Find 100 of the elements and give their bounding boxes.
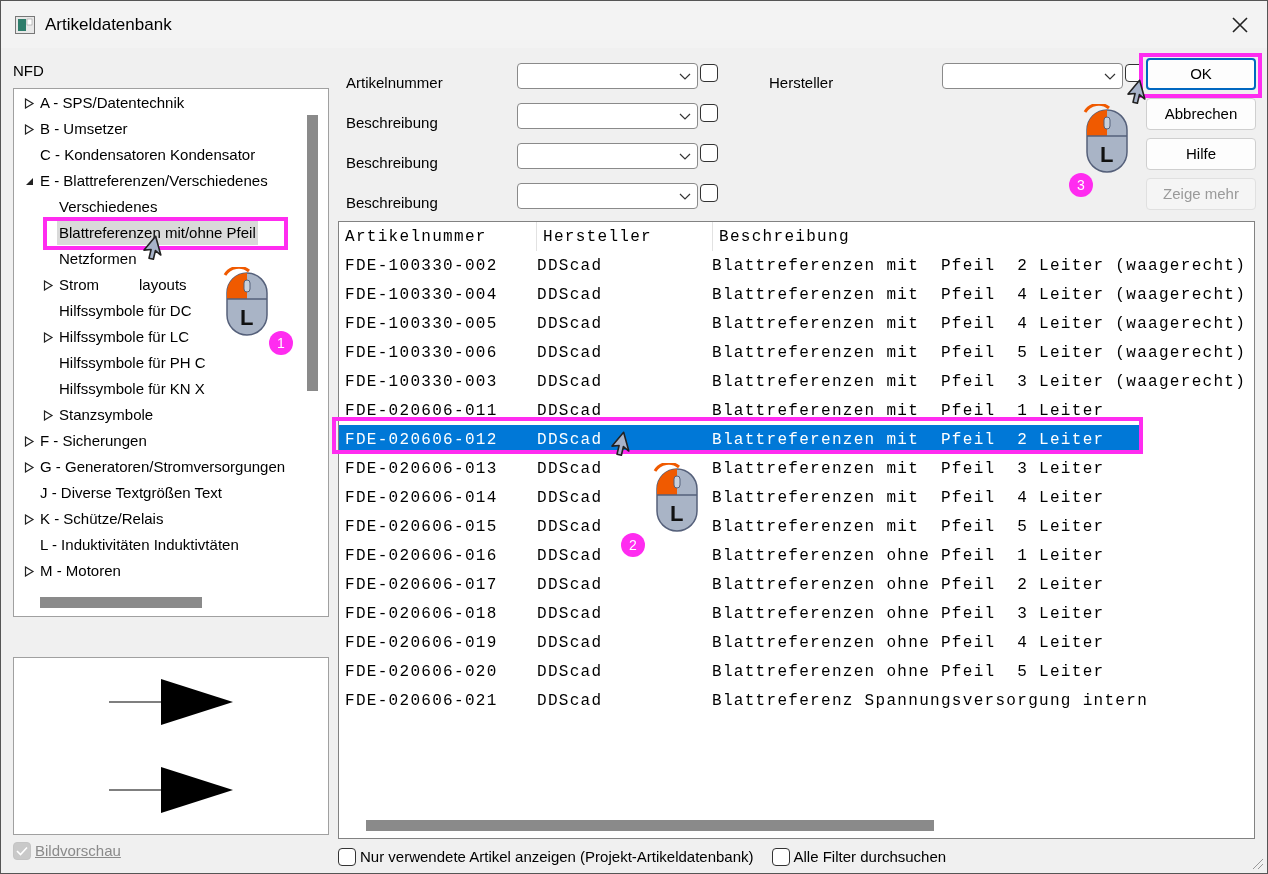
tree-item[interactable]: Netzformen	[57, 246, 139, 272]
table-cell: DDScad	[537, 430, 603, 449]
table-cell-text: Blattreferenzen mit Pfeil 3 Leiter	[712, 458, 1105, 480]
chevron-down-icon[interactable]	[1104, 72, 1116, 80]
table-cell-text: FDE-020606-011	[344, 400, 499, 422]
table-cell-text: Blattreferenzen ohne Pfeil 5 Leiter	[712, 661, 1105, 683]
table-cell-text: FDE-020606-018	[344, 603, 499, 625]
table-cell-text: Blattreferenzen mit Pfeil 2 Leiter (waagerecht)	[712, 255, 1247, 277]
tree-item[interactable]: C - Kondensatoren Kondensator	[38, 142, 258, 168]
table-cell: DDScad	[537, 662, 603, 681]
table-cell-text: FDE-020606-015	[344, 516, 499, 538]
expand-icon[interactable]	[42, 279, 54, 291]
tree-item[interactable]: Stanzsymbole	[57, 402, 156, 428]
table-cell-text: FDE-020606-014	[344, 487, 499, 509]
tree-item[interactable]: Hilfssymbole für LC	[57, 324, 192, 350]
close-icon[interactable]	[1231, 15, 1249, 34]
expand-icon[interactable]	[23, 435, 35, 447]
table-cell-text: FDE-020606-021	[344, 690, 499, 712]
dialog-button[interactable]: Abbrechen	[1146, 98, 1256, 130]
tree-item[interactable]: G - Generatoren/Stromversorgungen	[38, 454, 288, 480]
resize-grip-icon[interactable]	[1251, 857, 1265, 871]
tree-item[interactable]: B - Umsetzer	[38, 116, 130, 142]
filter-label: Beschreibung	[346, 192, 439, 213]
table-cell-text: FDE-020606-016	[344, 545, 499, 567]
tree-item[interactable]: A - SPS/Datentechnik	[38, 90, 187, 116]
table-cell-text: FDE-100330-005	[344, 313, 499, 335]
filter-label: Artikelnummer	[346, 72, 444, 93]
expand-icon[interactable]	[42, 331, 54, 343]
column-header[interactable]: Artikelnummer	[339, 222, 537, 251]
expand-icon[interactable]	[23, 565, 35, 577]
chevron-down-icon[interactable]	[679, 72, 691, 80]
dialog-button[interactable]: Hilfe	[1146, 138, 1256, 170]
checkbox[interactable]	[700, 103, 718, 122]
table-cell-text: Blattreferenzen ohne Pfeil 3 Leiter	[712, 603, 1105, 625]
app-icon	[15, 15, 35, 34]
dropdown-field[interactable]	[942, 63, 1123, 89]
table-cell-text: Blattreferenzen mit Pfeil 4 Leiter	[712, 487, 1105, 509]
dropdown-field[interactable]	[517, 143, 698, 169]
column-header[interactable]: Hersteller	[537, 222, 713, 251]
chevron-down-icon[interactable]	[679, 112, 691, 120]
table-cell-text: Blattreferenzen mit Pfeil 4 Leiter (waagerecht)	[712, 284, 1247, 306]
tree-item[interactable]: Blattreferenzen mit/ohne Pfeil	[57, 220, 258, 246]
tree-item[interactable]: J - Diverse Textgrößen Text	[38, 480, 224, 506]
table-cell-text: FDE-100330-002	[344, 255, 499, 277]
dialog-button[interactable]: OK	[1146, 58, 1256, 90]
expand-icon[interactable]	[23, 123, 35, 135]
table-cell: DDScad	[537, 691, 603, 710]
expand-icon[interactable]	[23, 97, 35, 109]
dropdown-field[interactable]	[517, 103, 698, 129]
table-cell-text: FDE-020606-012	[344, 429, 499, 451]
mouse-button-letter: L	[240, 307, 254, 329]
dropdown-field[interactable]	[517, 183, 698, 209]
tree-item[interactable]: layouts	[137, 272, 189, 298]
tree-item[interactable]: K - Schütze/Relais	[38, 506, 166, 532]
tree-item[interactable]: M - Motoren	[38, 558, 123, 584]
table-cell: DDScad	[537, 517, 603, 536]
tree-item[interactable]: F - Sicherungen	[38, 428, 149, 454]
table-cell-text: FDE-100330-004	[344, 284, 499, 306]
tree-item[interactable]: E - Blattreferenzen/Verschiedenes	[38, 168, 270, 194]
expand-icon[interactable]	[23, 513, 35, 525]
chevron-down-icon[interactable]	[679, 192, 691, 200]
table-cell: DDScad	[537, 256, 603, 275]
tree-item[interactable]: Strom	[57, 272, 101, 298]
window-title: Artikeldatenbank	[45, 13, 172, 36]
checkbox[interactable]	[700, 143, 718, 162]
table-cell-text: FDE-020606-019	[344, 632, 499, 654]
tree-item[interactable]: Verschiedenes	[57, 194, 160, 220]
checkbox[interactable]	[700, 63, 718, 82]
tree-item[interactable]: Hilfssymbole für PH C	[57, 350, 208, 376]
table-cell-text: Blattreferenzen mit Pfeil 3 Leiter (waagerecht)	[712, 371, 1247, 393]
table-cell: DDScad	[537, 575, 603, 594]
expand-icon[interactable]	[42, 409, 54, 421]
check-icon	[16, 846, 28, 856]
dropdown-field[interactable]	[517, 63, 698, 89]
tree-item[interactable]: Hilfssymbole für DC	[57, 298, 194, 324]
tree-item[interactable]: L - Induktivitäten Induktivtäten	[38, 532, 241, 558]
table-cell-text: Blattreferenzen mit Pfeil 2 Leiter	[712, 429, 1105, 451]
tree-item[interactable]: Hilfssymbole für KN X	[57, 376, 207, 402]
collapse-icon[interactable]	[24, 176, 34, 186]
checkbox[interactable]	[771, 848, 790, 866]
table-cell-text: Blattreferenzen ohne Pfeil 2 Leiter	[712, 574, 1105, 596]
scrollbar-thumb[interactable]	[366, 820, 934, 831]
scrollbar-thumb[interactable]	[307, 115, 318, 391]
checkbox[interactable]	[338, 848, 356, 866]
table-cell-text: Blattreferenz Spannungsversorgung intern	[712, 690, 1149, 712]
mouse-button-letter: L	[1100, 144, 1114, 166]
table-cell-text: FDE-020606-020	[344, 661, 499, 683]
table-cell-text: FDE-020606-013	[344, 458, 499, 480]
checkbox[interactable]	[700, 183, 718, 202]
chevron-down-icon[interactable]	[679, 152, 691, 160]
table-cell: DDScad	[537, 488, 603, 507]
table-cell: DDScad	[537, 401, 603, 420]
filter-label: Beschreibung	[346, 112, 439, 133]
filter-label: Beschreibung	[346, 152, 439, 173]
table-cell: DDScad	[537, 546, 603, 565]
expand-icon[interactable]	[23, 461, 35, 473]
table-cell: DDScad	[537, 459, 603, 478]
column-header[interactable]: Beschreibung	[713, 222, 850, 251]
checkbox-label: Alle Filter durchsuchen	[793, 846, 947, 867]
scrollbar-thumb[interactable]	[40, 597, 202, 608]
